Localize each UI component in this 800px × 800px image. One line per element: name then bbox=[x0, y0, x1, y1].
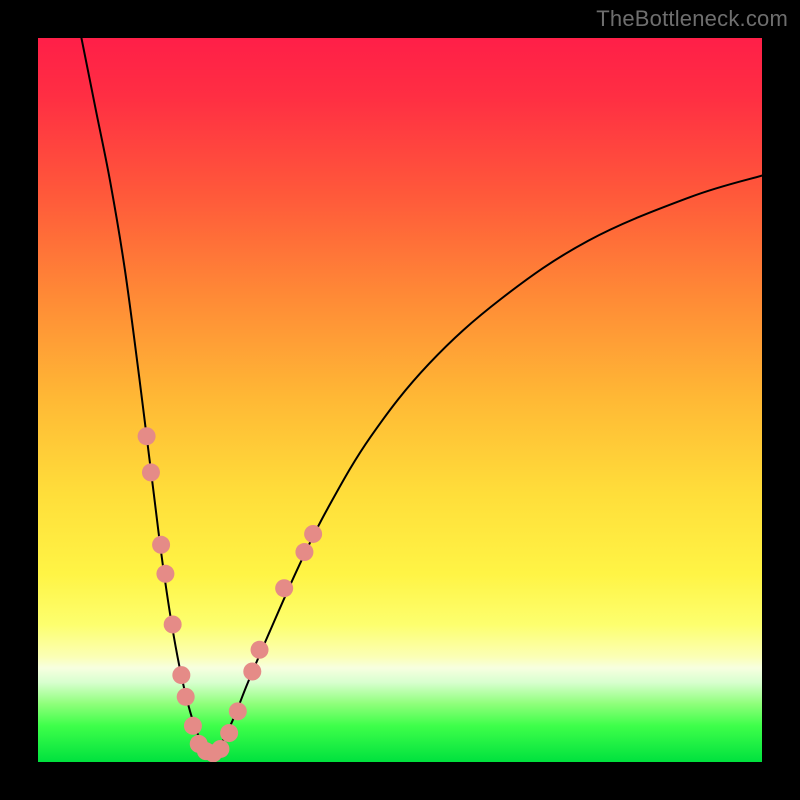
curve-left-curve bbox=[81, 38, 211, 755]
marker-dot bbox=[211, 740, 229, 758]
marker-layer bbox=[138, 427, 323, 762]
marker-dot bbox=[251, 641, 269, 659]
curve-layer bbox=[81, 38, 762, 755]
marker-dot bbox=[275, 579, 293, 597]
marker-dot bbox=[138, 427, 156, 445]
marker-dot bbox=[220, 724, 238, 742]
marker-dot bbox=[243, 663, 261, 681]
marker-dot bbox=[152, 536, 170, 554]
marker-dot bbox=[184, 717, 202, 735]
plot-area bbox=[38, 38, 762, 762]
marker-dot bbox=[142, 463, 160, 481]
marker-dot bbox=[229, 702, 247, 720]
chart-svg bbox=[38, 38, 762, 762]
marker-dot bbox=[177, 688, 195, 706]
curve-right-curve bbox=[212, 176, 762, 755]
marker-dot bbox=[156, 565, 174, 583]
marker-dot bbox=[172, 666, 190, 684]
marker-dot bbox=[304, 525, 322, 543]
chart-frame: TheBottleneck.com bbox=[0, 0, 800, 800]
marker-dot bbox=[295, 543, 313, 561]
marker-dot bbox=[164, 615, 182, 633]
watermark-text: TheBottleneck.com bbox=[596, 6, 788, 32]
